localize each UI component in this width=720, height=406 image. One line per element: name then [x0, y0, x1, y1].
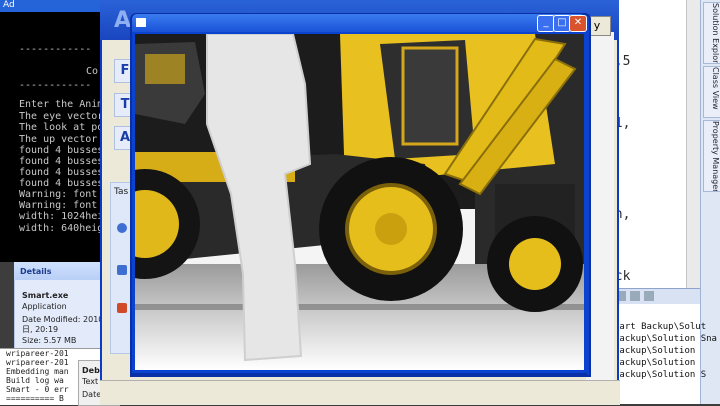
dropdown-icon[interactable] — [630, 291, 640, 301]
output-line: Backup\Solution Sna — [614, 334, 717, 344]
tasks-header: Tas — [114, 187, 129, 197]
console-line: width: 640heigh — [19, 223, 110, 234]
close-button[interactable]: ✕ — [569, 15, 587, 32]
console-line: Warning: font — [19, 189, 98, 200]
render-window-title-bar[interactable]: _ □ ✕ — [132, 14, 587, 32]
console-title: Ad — [3, 0, 15, 10]
tab-property-manager[interactable]: Property Manager — [703, 120, 720, 192]
debug-date: Date — [82, 390, 102, 399]
build-line: Build log wa — [6, 376, 64, 385]
console-line: The look at pos — [19, 122, 110, 133]
close-icon[interactable] — [644, 291, 654, 301]
console-line: Co — [86, 66, 99, 77]
output-line: Backup\Solution — [614, 358, 696, 368]
explorer-status-bar — [100, 380, 620, 405]
build-line: wripareer-201 — [6, 358, 69, 367]
console-line: ------------ — [19, 44, 92, 55]
file-name: Smart.exe — [22, 291, 69, 300]
output-line: Backup\Solution S — [614, 370, 707, 380]
output-line: Backup\Solution — [614, 346, 696, 356]
explorer-title: A — [114, 8, 132, 33]
console-gutter — [0, 12, 14, 262]
console-line: width: 1024heig — [19, 211, 110, 222]
console-line: Enter the Anima — [19, 99, 110, 110]
output-pane[interactable]: mart Backup\Solut Backup\Solution Sna Ba… — [612, 304, 717, 404]
details-heading: Details — [20, 267, 52, 276]
file-size: Size: 5.57 MB — [22, 336, 77, 345]
task-item-icon[interactable] — [117, 223, 127, 233]
3d-viewport[interactable] — [135, 34, 584, 370]
tab-solution-explorer[interactable]: Solution Explorer — [703, 2, 720, 64]
file-modified-time: 日, 20:19 — [22, 325, 59, 334]
console-line: found 4 busses — [19, 156, 104, 167]
build-line: Embedding man — [6, 367, 69, 376]
rendered-scene — [135, 34, 584, 370]
console-line: ------------ — [19, 80, 92, 91]
task-item-icon[interactable] — [117, 265, 127, 275]
output-line: mart Backup\Solut — [614, 322, 707, 332]
console-line: Warning: font — [19, 200, 98, 211]
console-line: The eye vector — [19, 111, 104, 122]
console-line: found 4 busses — [19, 178, 104, 189]
editor-scrollbar[interactable] — [686, 0, 701, 290]
render-window-border — [130, 373, 587, 377]
task-item-icon[interactable] — [117, 303, 127, 313]
build-line: ========== B — [6, 394, 64, 403]
console-line: found 4 busses — [19, 145, 104, 156]
build-line: Smart - 0 err — [6, 385, 69, 394]
build-line: wripareer-201 — [6, 349, 69, 358]
tab-class-view[interactable]: Class View — [703, 66, 720, 118]
app-icon — [136, 18, 146, 27]
console-line: found 4 busses — [19, 167, 104, 178]
console-title-bar[interactable]: Ad — [0, 0, 102, 12]
file-type: Application — [22, 302, 67, 311]
details-header[interactable]: Details — [14, 262, 100, 280]
debug-sub: Text — [82, 377, 99, 386]
console-line: The up vector — [19, 134, 98, 145]
